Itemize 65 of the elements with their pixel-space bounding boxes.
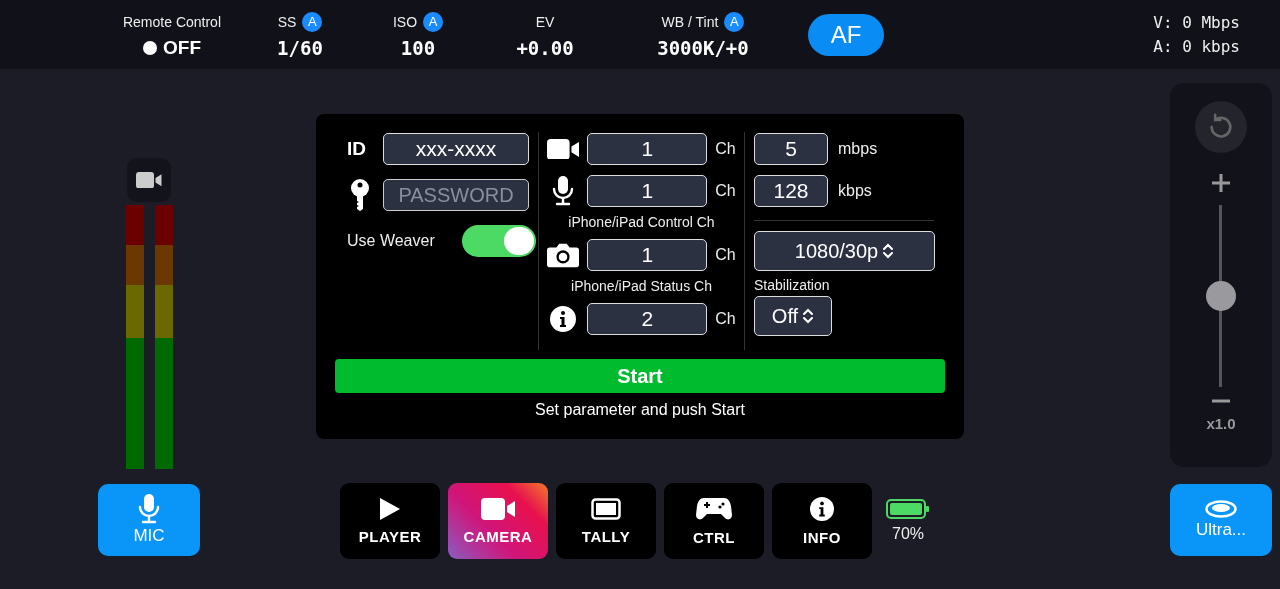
channel-field[interactable]: 1	[587, 175, 708, 207]
unit-label: Ch	[715, 246, 736, 264]
nav-tab[interactable]: INFO	[772, 483, 872, 559]
setting-label: Remote Control	[122, 13, 221, 30]
bitrate-reading: V: 0 Mbps	[1153, 13, 1240, 32]
plus-icon[interactable]	[1211, 173, 1231, 193]
unit-label: Ch	[715, 310, 736, 328]
video-camera-icon	[136, 171, 162, 189]
chevron-up-down-icon	[882, 242, 895, 260]
channel-caption: iPhone/iPad Control Ch	[568, 214, 715, 230]
unit-label: Ch	[715, 182, 736, 200]
setting-label: WB / Tint	[661, 13, 719, 30]
auto-badge: A	[423, 11, 444, 32]
rotate-icon	[1207, 113, 1235, 141]
setting-value: 1/60	[277, 36, 323, 59]
unit-label: Ch	[715, 140, 736, 158]
setting-value: +0.00	[516, 36, 574, 59]
unit-label: mbps	[838, 140, 878, 158]
gamepad-icon	[696, 496, 732, 521]
chevron-up-down-icon	[802, 307, 815, 325]
info-icon	[550, 306, 577, 332]
bitrate-field[interactable]: 128	[754, 175, 828, 207]
video-camera-icon	[547, 138, 580, 160]
zoom-reading: x1.0	[1206, 415, 1236, 432]
setting-label: SS	[277, 13, 297, 30]
stabilization-select[interactable]: Off	[754, 296, 832, 336]
setting-value: 100	[400, 36, 436, 59]
auto-badge: A	[724, 11, 745, 32]
setting-value: 3000K/+0	[657, 36, 749, 59]
status-dot-icon	[143, 40, 157, 55]
battery-icon	[886, 499, 930, 519]
nav-tab[interactable]: CTRL	[664, 483, 764, 559]
screen-icon	[591, 497, 621, 520]
setting-label: ISO	[392, 13, 418, 30]
id-label: ID	[347, 138, 367, 160]
setting-value: OFF	[163, 36, 201, 59]
stabilization-label: Stabilization	[754, 277, 831, 293]
channel-caption: iPhone/iPad Status Ch	[571, 278, 712, 294]
minus-icon[interactable]	[1211, 399, 1231, 403]
id-field[interactable]: xxx-xxxx	[383, 133, 529, 165]
reset-button[interactable]	[1195, 101, 1247, 153]
camera-icon	[547, 242, 580, 268]
unit-label: kbps	[838, 182, 872, 200]
info-icon	[810, 496, 834, 521]
channel-field[interactable]: 1	[587, 133, 708, 165]
lens-icon	[1205, 500, 1237, 518]
channel-field[interactable]: 2	[587, 303, 708, 335]
weaver-label: Use Weaver	[347, 232, 435, 250]
bitrate-field[interactable]: 5	[754, 133, 828, 165]
bitrate-reading: A: 0 kbps	[1153, 37, 1240, 56]
nav-tab[interactable]: PLAYER	[340, 483, 440, 559]
nav-tab[interactable]: CAMERA	[448, 483, 548, 559]
setting-label: EV	[535, 13, 555, 30]
auto-badge: A	[302, 11, 323, 32]
microphone-icon	[552, 176, 575, 206]
video-camera-icon	[481, 497, 515, 520]
nav-tab[interactable]: TALLY	[556, 483, 656, 559]
password-field[interactable]: PASSWORD	[383, 179, 529, 211]
hint-text: Set parameter and push Start	[534, 401, 746, 419]
weaver-toggle[interactable]	[462, 225, 536, 257]
resolution-select[interactable]: 1080/30p	[754, 231, 935, 271]
battery-percent: 70%	[892, 525, 924, 543]
channel-field[interactable]: 1	[587, 239, 708, 271]
microphone-icon	[138, 494, 160, 524]
play-icon	[380, 497, 400, 520]
